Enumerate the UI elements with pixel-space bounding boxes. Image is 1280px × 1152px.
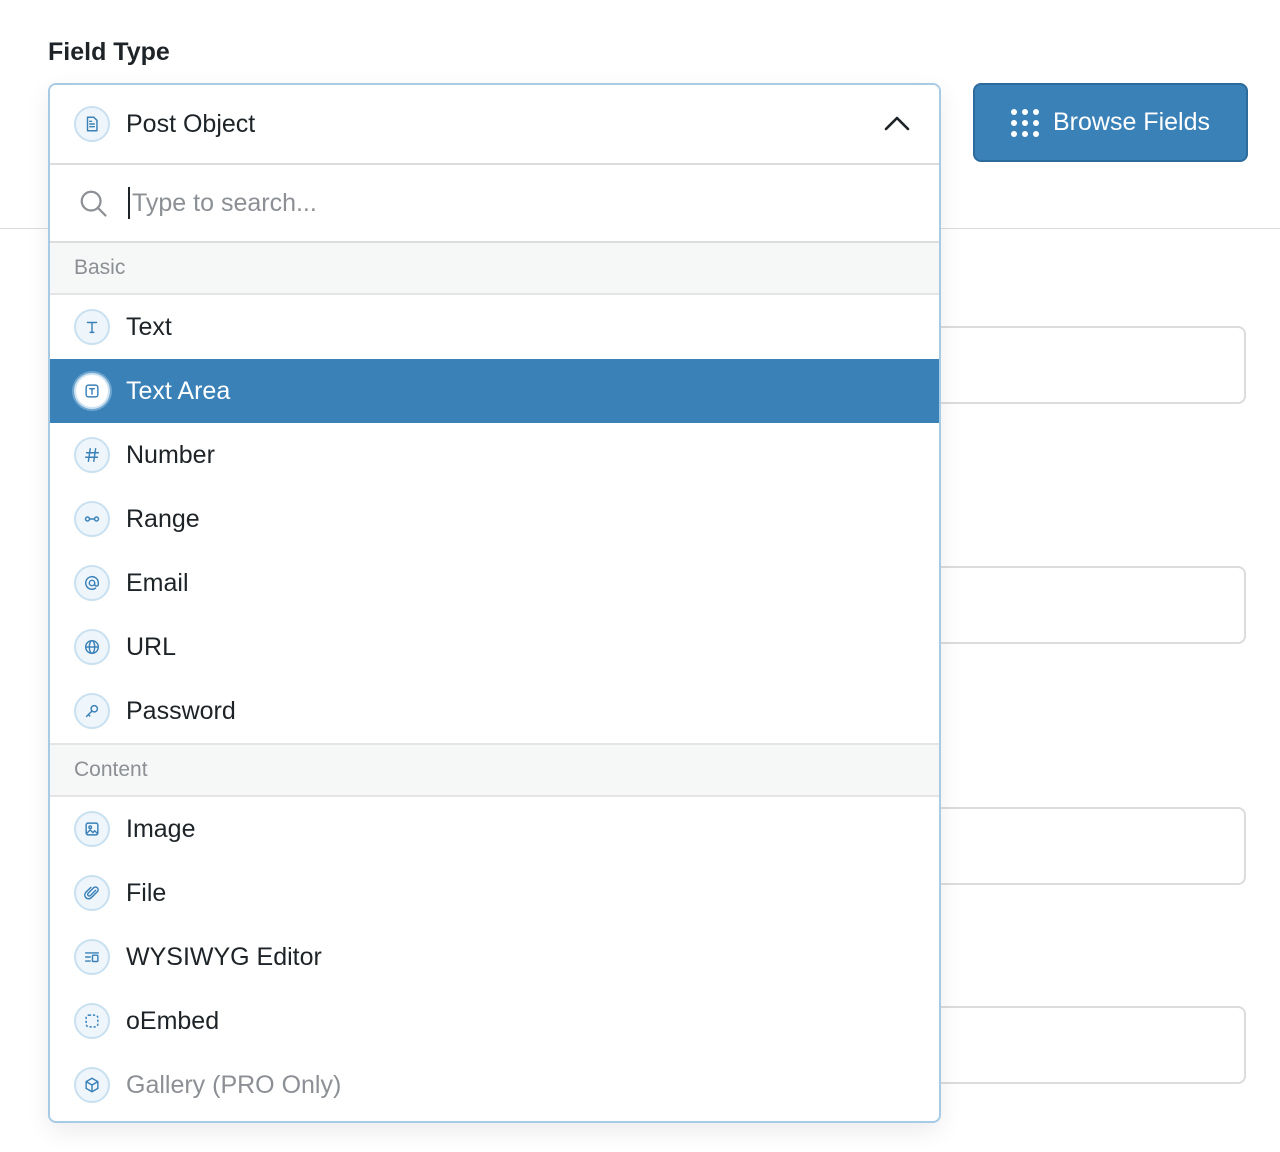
option-label: Email — [126, 568, 189, 597]
textarea-icon — [74, 373, 110, 409]
option-number[interactable]: Number — [50, 423, 939, 487]
option-label: WYSIWYG Editor — [126, 942, 322, 971]
option-label: Text Area — [126, 376, 231, 405]
option-file[interactable]: File — [50, 861, 939, 925]
option-range[interactable]: Range — [50, 487, 939, 551]
option-url[interactable]: URL — [50, 615, 939, 679]
background-input-3[interactable] — [900, 807, 1246, 885]
key-icon — [74, 693, 110, 729]
option-label: oEmbed — [126, 1006, 220, 1035]
option-email[interactable]: Email — [50, 551, 939, 615]
option-label: Range — [126, 504, 200, 533]
range-icon — [74, 501, 110, 537]
embed-icon — [74, 1003, 110, 1039]
browse-fields-button[interactable]: Browse Fields — [973, 83, 1248, 162]
editor-icon — [74, 939, 110, 975]
background-input-2[interactable] — [900, 566, 1246, 644]
option-wysiwyg-editor[interactable]: WYSIWYG Editor — [50, 925, 939, 989]
hash-icon — [74, 437, 110, 473]
field-type-select[interactable]: Post Object — [50, 85, 939, 165]
option-label: Password — [126, 696, 236, 725]
search-icon — [80, 190, 107, 217]
search-input[interactable] — [128, 187, 834, 219]
option-label: Text — [126, 312, 172, 341]
group-header-content: Content — [50, 743, 939, 797]
option-label: Gallery (PRO Only) — [126, 1070, 342, 1099]
browse-fields-label: Browse Fields — [1053, 108, 1210, 136]
option-password[interactable]: Password — [50, 679, 939, 743]
gallery-icon — [74, 1067, 110, 1103]
search-bar — [50, 165, 939, 243]
chevron-up-icon[interactable] — [883, 111, 911, 135]
globe-icon — [74, 629, 110, 665]
option-label: Image — [126, 814, 196, 843]
selected-value: Post Object — [126, 109, 256, 138]
field-type-label: Field Type — [48, 38, 170, 66]
document-icon — [74, 106, 110, 142]
option-label: Number — [126, 440, 215, 469]
background-input-4[interactable] — [900, 1006, 1246, 1084]
text-icon — [74, 309, 110, 345]
option-text[interactable]: Text — [50, 295, 939, 359]
group-header-basic: Basic — [50, 243, 939, 295]
paperclip-icon — [74, 875, 110, 911]
option-text-area[interactable]: Text Area — [50, 359, 939, 423]
option-oembed[interactable]: oEmbed — [50, 989, 939, 1053]
option-gallery[interactable]: Gallery (PRO Only) — [50, 1053, 939, 1117]
image-icon — [74, 811, 110, 847]
option-label: URL — [126, 632, 177, 661]
option-label: File — [126, 878, 167, 907]
field-type-dropdown: Post Object Basic Text Text Area Number … — [48, 83, 941, 1123]
option-image[interactable]: Image — [50, 797, 939, 861]
at-icon — [74, 565, 110, 601]
grid-dots-icon — [1011, 108, 1039, 137]
background-input-1[interactable] — [900, 326, 1246, 404]
